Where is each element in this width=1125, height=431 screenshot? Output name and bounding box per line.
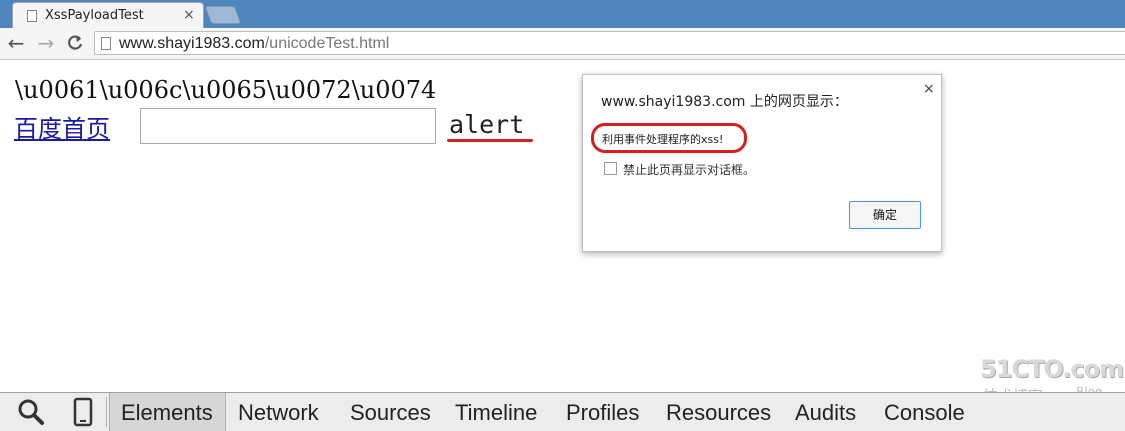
page-icon (27, 10, 37, 22)
back-arrow-icon[interactable]: ← (4, 31, 28, 55)
alert-dialog: www.shayi1983.com 上的网页显示： × 利用事件处理程序的xss… (582, 74, 942, 252)
search-icon[interactable] (16, 397, 48, 427)
new-tab-button[interactable] (204, 6, 242, 24)
url-text[interactable]: www.shayi1983.com/unicodeTest.html (119, 35, 389, 53)
tab-console[interactable]: Console (884, 400, 965, 426)
dialog-message: 利用事件处理程序的xss! (602, 133, 724, 146)
close-icon[interactable]: × (923, 81, 935, 97)
devtools-toolbar: Elements Network Sources Timeline Profil… (0, 392, 1125, 431)
tab-sources[interactable]: Sources (350, 400, 431, 426)
ok-button[interactable]: 确定 (849, 201, 921, 229)
address-bar[interactable]: www.shayi1983.com/unicodeTest.html (94, 31, 1125, 55)
tab-title: XssPayloadTest (45, 8, 144, 23)
tab-close-icon[interactable]: × (183, 7, 195, 23)
suppress-dialogs-label[interactable]: 禁止此页再显示对话框。 (623, 161, 755, 178)
browser-tab[interactable]: XssPayloadTest × (12, 2, 204, 28)
watermark-site: 51CTO.com (980, 355, 1124, 383)
tab-elements[interactable]: Elements (121, 400, 213, 426)
alert-text[interactable]: alert (449, 110, 524, 139)
watermark: 51CTO.com 技术博客 Blog (980, 355, 1124, 405)
page-icon (101, 37, 111, 50)
tab-strip: XssPayloadTest × (0, 0, 1125, 28)
tab-audits[interactable]: Audits (795, 400, 856, 426)
tab-network[interactable]: Network (238, 400, 319, 426)
reload-icon[interactable] (63, 31, 87, 55)
tab-profiles[interactable]: Profiles (566, 400, 639, 426)
red-underline-annotation (447, 139, 533, 142)
baidu-home-link[interactable]: 百度首页 (14, 109, 110, 144)
device-mode-icon[interactable] (68, 397, 100, 427)
dialog-title: www.shayi1983.com 上的网页显示： (601, 94, 848, 110)
escaped-unicode-text: \u0061\u006c\u0065\u0072\u0074 (15, 76, 437, 104)
browser-toolbar: ← → www.shayi1983.com/unicodeTest.html (0, 28, 1125, 60)
page-content: \u0061\u006c\u0065\u0072\u0074 百度首页 aler… (0, 60, 1125, 405)
tab-timeline[interactable]: Timeline (455, 400, 537, 426)
text-input[interactable] (140, 108, 436, 144)
tab-resources[interactable]: Resources (666, 400, 771, 426)
toolbar-divider (106, 397, 107, 427)
forward-arrow-icon[interactable]: → (34, 31, 58, 55)
suppress-dialogs-checkbox[interactable] (604, 162, 617, 175)
